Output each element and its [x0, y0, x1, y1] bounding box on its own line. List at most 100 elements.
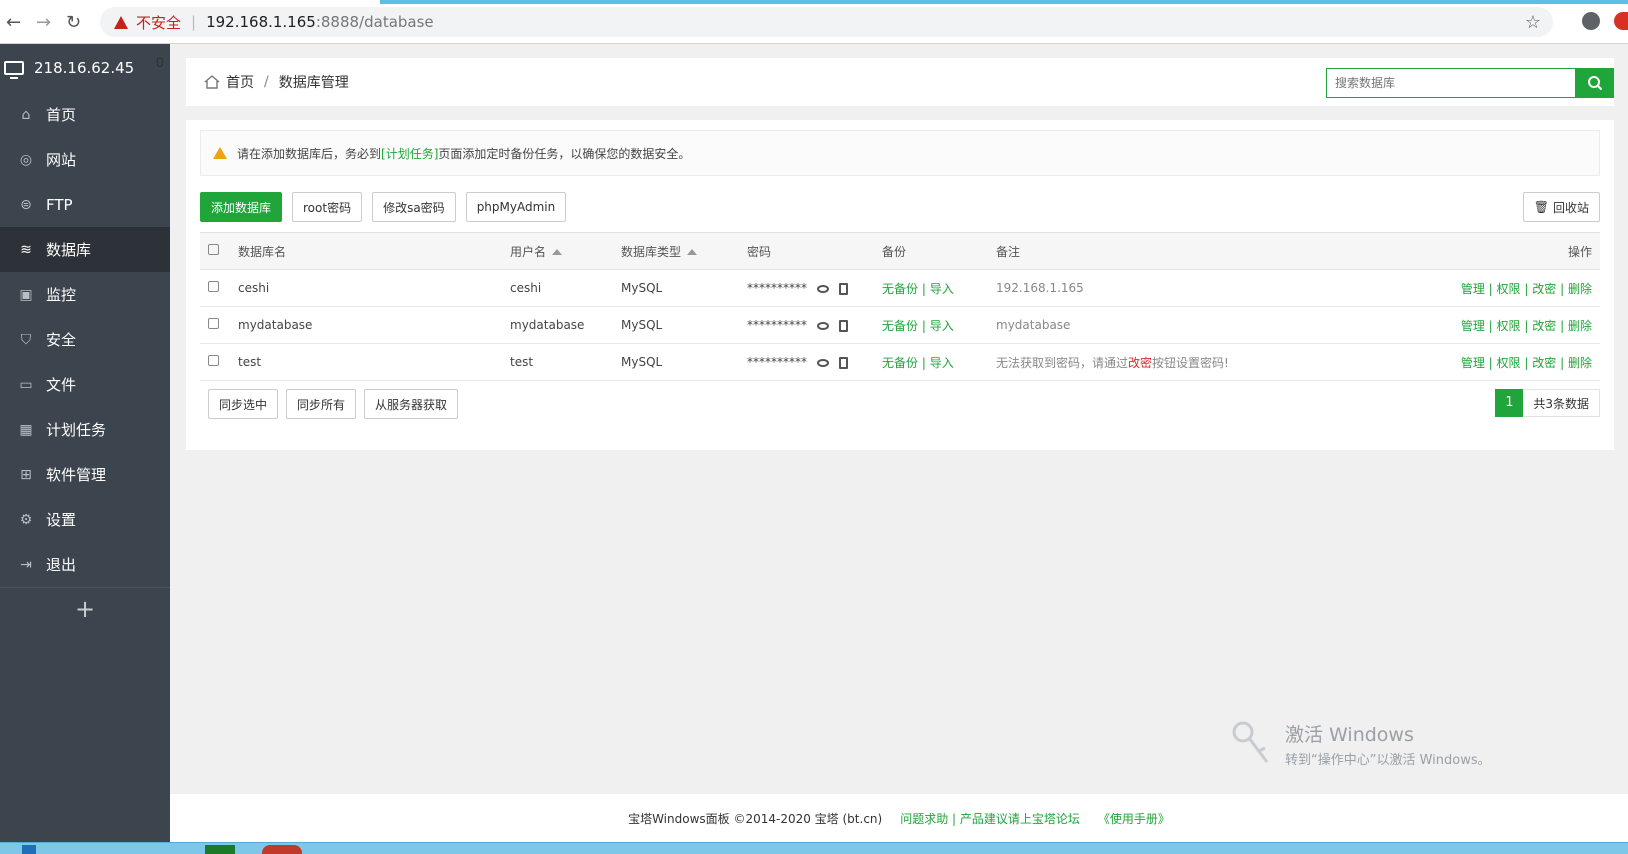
backup-link[interactable]: 无备份 — [882, 282, 918, 296]
back-icon[interactable]: ← — [6, 12, 21, 33]
row-checkbox[interactable] — [208, 281, 219, 292]
row-checkbox[interactable] — [208, 318, 219, 329]
notification-badge[interactable]: 0 — [156, 56, 164, 71]
remark-change-password-link[interactable]: 改密 — [1128, 356, 1152, 370]
delete-link[interactable]: 删除 — [1568, 282, 1592, 296]
db-password: ********** — [739, 269, 874, 307]
db-name[interactable]: ceshi — [230, 269, 502, 307]
ops-separator: | — [921, 281, 926, 296]
select-all-checkbox[interactable] — [208, 244, 219, 255]
eye-icon[interactable] — [817, 358, 829, 367]
phpmyadmin-button[interactable]: phpMyAdmin — [465, 192, 567, 222]
sidebar-item-ftp[interactable]: ⊜ FTP — [0, 182, 170, 227]
sync-selected-button[interactable]: 同步选中 — [208, 389, 279, 419]
database-panel: 请在添加数据库后，务必到 [计划任务] 页面添加定时备份任务，以确保您的数据安全… — [186, 120, 1614, 450]
globe-icon: ◎ — [19, 151, 33, 168]
sidebar-item-monitor[interactable]: ▣ 监控 — [0, 272, 170, 317]
sidebar-item-website[interactable]: ◎ 网站 — [0, 137, 170, 182]
manage-link[interactable]: 管理 — [1461, 356, 1485, 370]
clipboard-icon[interactable] — [839, 356, 848, 369]
notice-cron-link[interactable]: [计划任务] — [381, 145, 438, 162]
sidebar-item-security[interactable]: ⛉ 安全 — [0, 317, 170, 362]
sidebar-item-label: 监控 — [46, 286, 77, 304]
sidebar-item-home[interactable]: ⌂ 首页 — [0, 92, 170, 137]
add-menu-button[interactable]: + — [0, 587, 170, 629]
reload-icon[interactable]: ↻ — [66, 12, 81, 33]
extension-icon[interactable] — [1614, 12, 1628, 30]
clipboard-icon[interactable] — [839, 319, 848, 332]
backup-link[interactable]: 无备份 — [882, 356, 918, 370]
permission-link[interactable]: 权限 — [1497, 356, 1521, 370]
db-backup: 无备份 | 导入 — [874, 343, 988, 381]
ops-separator: | — [1524, 355, 1529, 370]
footer-help-link[interactable]: 问题求助 | 产品建议请上宝塔论坛 — [900, 810, 1080, 827]
breadcrumb-home[interactable]: 首页 — [226, 72, 254, 92]
bottom-bar: 同步选中 同步所有 从服务器获取 1 共3条数据 — [200, 388, 1600, 419]
sidebar-item-settings[interactable]: ⚙ 设置 — [0, 497, 170, 542]
change-password-link[interactable]: 改密 — [1532, 356, 1556, 370]
bookmark-star-icon[interactable]: ☆ — [1525, 12, 1541, 33]
grid-icon: ⊞ — [20, 466, 32, 483]
manage-link[interactable]: 管理 — [1461, 282, 1485, 296]
import-link[interactable]: 导入 — [930, 356, 954, 370]
backup-notice: 请在添加数据库后，务必到 [计划任务] 页面添加定时备份任务，以确保您的数据安全… — [200, 130, 1600, 176]
eye-icon[interactable] — [817, 284, 829, 293]
notice-prefix: 请在添加数据库后，务必到 — [237, 146, 382, 161]
permission-link[interactable]: 权限 — [1497, 282, 1521, 296]
db-type: MySQL — [613, 269, 739, 307]
address-bar[interactable]: 不安全 | 192.168.1.165 :8888/database ☆ — [100, 7, 1553, 37]
monitor-icon: ▣ — [19, 286, 33, 303]
home-icon — [204, 75, 220, 89]
footer-manual-link[interactable]: 《使用手册》 — [1098, 810, 1170, 827]
footer-copyright: 宝塔Windows面板 ©2014-2020 宝塔 (bt.cn) — [628, 811, 883, 826]
delete-link[interactable]: 删除 — [1568, 356, 1592, 370]
sidebar-item-logout[interactable]: ⇥ 退出 — [0, 542, 170, 587]
start-icon[interactable] — [22, 845, 36, 854]
toolbar: 添加数据库 root密码 修改sa密码 phpMyAdmin 🗑 回收站 — [200, 192, 1600, 222]
sidebar-item-cron[interactable]: ▦ 计划任务 — [0, 407, 170, 452]
search-input[interactable] — [1326, 68, 1576, 98]
sidebar-menu: ⌂ 首页 ◎ 网站 ⊜ FTP ≋ 数据库 ▣ 监控 ⛉ 安全 ▭ 文件 ▦ 计 — [0, 92, 170, 587]
taskbar-app-icon[interactable] — [205, 845, 235, 854]
import-link[interactable]: 导入 — [930, 282, 954, 296]
root-password-button[interactable]: root密码 — [292, 192, 363, 222]
remark-prefix: 无法获取到密码，请通过 — [996, 355, 1129, 370]
change-sa-password-button[interactable]: 修改sa密码 — [372, 192, 456, 222]
sidebar-item-software[interactable]: ⊞ 软件管理 — [0, 452, 170, 497]
url-path: :8888/database — [315, 13, 434, 31]
record-count: 共3条数据 — [1533, 396, 1589, 411]
db-name[interactable]: mydatabase — [230, 306, 502, 344]
sync-all-button[interactable]: 同步所有 — [286, 389, 357, 419]
fetch-from-server-button[interactable]: 从服务器获取 — [364, 389, 459, 419]
change-password-link[interactable]: 改密 — [1532, 282, 1556, 296]
change-password-link[interactable]: 改密 — [1532, 319, 1556, 333]
profile-avatar-icon[interactable] — [1582, 12, 1600, 30]
permission-link[interactable]: 权限 — [1497, 319, 1521, 333]
eye-icon[interactable] — [817, 321, 829, 330]
add-database-button[interactable]: 添加数据库 — [200, 192, 283, 222]
col-type[interactable]: 数据库类型 — [613, 232, 739, 270]
clipboard-icon[interactable] — [839, 282, 848, 295]
page-current[interactable]: 1 — [1495, 388, 1524, 417]
db-remark[interactable]: mydatabase — [988, 306, 1430, 344]
backup-link[interactable]: 无备份 — [882, 319, 918, 333]
sidebar-item-database[interactable]: ≋ 数据库 — [0, 227, 170, 272]
key-icon — [1232, 721, 1269, 763]
delete-link[interactable]: 删除 — [1568, 319, 1592, 333]
sidebar-item-label: 安全 — [46, 331, 77, 349]
recycle-bin-button[interactable]: 🗑 回收站 — [1522, 192, 1600, 222]
col-remark: 备注 — [988, 232, 1430, 270]
sidebar-item-files[interactable]: ▭ 文件 — [0, 362, 170, 407]
manage-link[interactable]: 管理 — [1461, 319, 1485, 333]
sidebar-item-label: 首页 — [46, 106, 77, 124]
db-name[interactable]: test — [230, 343, 502, 381]
col-user[interactable]: 用户名 — [502, 232, 613, 270]
search-button[interactable] — [1576, 68, 1614, 98]
db-remark[interactable]: 192.168.1.165 — [988, 269, 1430, 307]
row-checkbox[interactable] — [208, 355, 219, 366]
password-mask: ********** — [747, 281, 807, 295]
taskbar-browser-icon[interactable] — [262, 845, 302, 854]
forward-icon[interactable]: → — [36, 12, 51, 33]
db-remark[interactable]: 无法获取到密码，请通过改密按钮设置密码! — [988, 343, 1430, 381]
import-link[interactable]: 导入 — [930, 319, 954, 333]
